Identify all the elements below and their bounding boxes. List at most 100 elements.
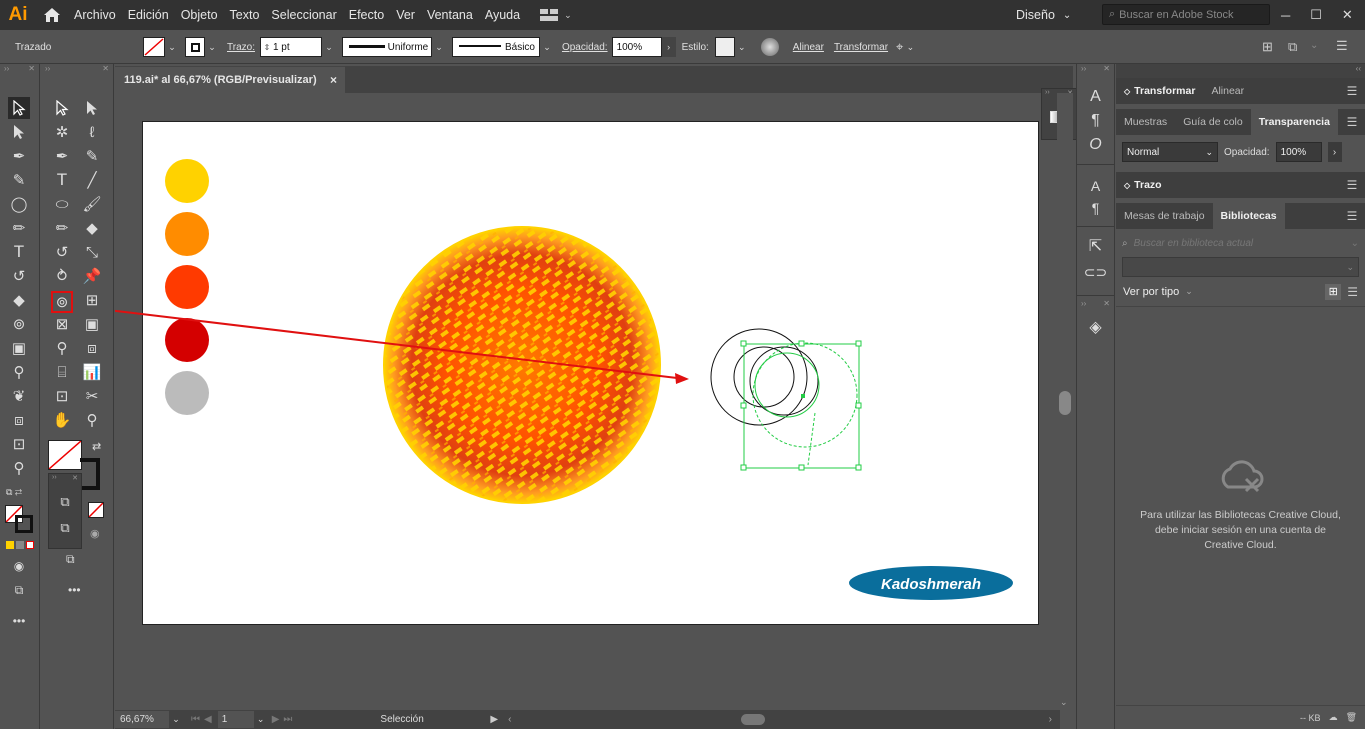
chevron-down-icon[interactable]: ⌄ xyxy=(205,37,219,57)
variable-width-profile[interactable]: Uniforme xyxy=(341,37,432,57)
pencil-tool-icon[interactable]: ✏ xyxy=(51,217,73,239)
chevron-right-icon[interactable]: › xyxy=(661,37,676,57)
selection-tool-icon[interactable] xyxy=(51,97,73,119)
fill-color-large-icon[interactable] xyxy=(48,440,82,470)
direct-selection-tool-icon[interactable] xyxy=(81,97,103,119)
zoom-tool-icon[interactable]: ⚲ xyxy=(8,457,30,479)
symbol-sprayer-tool-icon[interactable]: ⌸ xyxy=(51,361,73,383)
close-window-icon[interactable]: ✕ xyxy=(1342,7,1353,23)
gradient-tool-icon[interactable]: ▣ xyxy=(81,313,103,335)
workspace-switcher[interactable]: Diseño ⌄ xyxy=(1016,0,1071,30)
panel-menu-icon[interactable]: ☰ xyxy=(1339,203,1365,229)
paintbrush-tool-icon[interactable]: 🖌 xyxy=(81,193,103,215)
menu-texto[interactable]: Texto xyxy=(224,0,266,30)
align-link[interactable]: Alinear xyxy=(793,42,824,53)
tab-trazo[interactable]: ◇ Trazo xyxy=(1116,172,1170,198)
tab-bibliotecas[interactable]: Bibliotecas xyxy=(1212,203,1285,229)
close-icon[interactable]: ✕ xyxy=(72,474,78,484)
prev-page-icon[interactable]: ◀ xyxy=(204,714,212,725)
maximize-icon[interactable]: ☐ xyxy=(1310,7,1322,23)
lasso-tool-icon[interactable]: ⊚ xyxy=(8,313,30,335)
close-icon[interactable]: ✕ xyxy=(28,64,35,76)
color-swatch-circle[interactable] xyxy=(165,159,209,203)
close-icon[interactable]: ✕ xyxy=(1103,64,1110,76)
chevron-down-icon[interactable]: ⌄ xyxy=(169,710,183,729)
draw-mode-icon[interactable]: ◉ xyxy=(90,527,100,540)
collapse-icon[interactable]: ›› xyxy=(1045,89,1050,99)
close-document-icon[interactable]: × xyxy=(330,73,337,87)
menu-ver[interactable]: Ver xyxy=(390,0,421,30)
color-swatch-circle[interactable] xyxy=(165,371,209,415)
opacity-field[interactable]: 100% xyxy=(611,37,662,57)
selection-handles[interactable] xyxy=(740,340,862,471)
swap-colors-icon[interactable]: ⇄ xyxy=(92,440,101,453)
tab-alinear[interactable]: Alinear xyxy=(1203,78,1252,104)
selection-tool-icon[interactable] xyxy=(8,97,30,119)
artboard-number-field[interactable]: 1 xyxy=(217,711,254,728)
collapse-icon[interactable]: ›› xyxy=(4,64,9,76)
chevron-down-icon[interactable]: ⌄ xyxy=(540,37,554,57)
menu-objeto[interactable]: Objeto xyxy=(175,0,224,30)
first-page-icon[interactable]: ⏮ xyxy=(191,714,200,725)
screen-mode-icon[interactable]: ⧉ xyxy=(8,579,30,601)
document-tab[interactable]: 119.ai* al 66,67% (RGB/Previsualizar) × xyxy=(115,66,345,93)
delete-icon[interactable]: 🗑 xyxy=(1346,712,1357,723)
artboard-tool-icon[interactable]: ⊡ xyxy=(8,433,30,455)
menu-archivo[interactable]: Archivo xyxy=(68,0,122,30)
chevron-down-icon[interactable]: ⌄ xyxy=(1310,40,1318,51)
lasso-tool-icon[interactable]: ℓ xyxy=(81,121,103,143)
fill-swatch[interactable] xyxy=(143,37,165,57)
vertical-scroll-thumb[interactable] xyxy=(1059,391,1071,415)
chevron-down-icon[interactable]: ⌄ xyxy=(165,37,179,57)
artboard-tool-icon[interactable]: ⊡ xyxy=(51,385,73,407)
hand-tool-icon[interactable]: ✋ xyxy=(51,409,73,431)
chevron-down-icon[interactable]: ⌄ xyxy=(254,710,268,729)
scroll-right-icon[interactable]: › xyxy=(1049,714,1052,725)
line-tool-icon[interactable]: ╱ xyxy=(81,169,103,191)
isolate-icon[interactable]: ⌖ xyxy=(896,39,903,55)
more-tools-icon[interactable]: ••• xyxy=(68,583,81,597)
black-circle-large[interactable] xyxy=(710,328,808,426)
screen-mode-icon[interactable]: ⧉ xyxy=(49,520,81,536)
shape-builder-tool-icon[interactable]: ⊚ xyxy=(51,291,73,313)
vertical-scrollbar[interactable]: ⌄ xyxy=(1057,93,1073,710)
links-icon[interactable]: ⊂⊃ xyxy=(1077,264,1114,281)
arrange-documents-icon[interactable]: ⌄ xyxy=(540,9,572,21)
menu-ayuda[interactable]: Ayuda xyxy=(479,0,526,30)
last-page-icon[interactable]: ⏭ xyxy=(283,714,292,725)
direct-selection-tool-icon[interactable] xyxy=(8,121,30,143)
blend-mode-select[interactable]: Normal ⌄ xyxy=(1122,142,1218,162)
eyedropper-tool-icon[interactable]: ⚲ xyxy=(8,361,30,383)
curvature-tool-icon[interactable]: ✎ xyxy=(8,169,30,191)
black-circle-mid[interactable] xyxy=(749,346,819,416)
draw-inside-icon[interactable]: ⧉ xyxy=(49,494,81,510)
blend-tool-icon[interactable]: ⧈ xyxy=(8,409,30,431)
horizontal-scroll-thumb[interactable] xyxy=(741,714,766,725)
gradient-tool-icon[interactable]: ▣ xyxy=(8,337,30,359)
warp-tool-icon[interactable]: ⥁ xyxy=(51,265,73,287)
stroke-label[interactable]: Trazo: xyxy=(227,42,255,53)
export-icon[interactable]: ⇱ xyxy=(1077,236,1114,256)
type-tool-icon[interactable]: T xyxy=(8,241,30,263)
stock-search[interactable]: ⌕ Buscar en Adobe Stock xyxy=(1102,4,1270,25)
type-tool-icon[interactable]: T xyxy=(51,169,73,191)
opacity-label[interactable]: Opacidad: xyxy=(562,42,608,53)
chevron-down-icon[interactable]: ⌄ xyxy=(735,37,749,57)
draw-mode-icon[interactable]: ◉ xyxy=(8,555,30,577)
grid-view-icon[interactable]: ⊞ xyxy=(1325,283,1342,300)
zoom-tool-icon[interactable]: ⚲ xyxy=(81,409,103,431)
panel-menu-icon[interactable]: ☰ xyxy=(1339,78,1365,104)
library-search[interactable]: ⌕ Buscar en biblioteca actual ⌄ xyxy=(1116,229,1365,257)
list-view-icon[interactable]: ☰ xyxy=(1347,285,1358,299)
chevron-right-icon[interactable]: › xyxy=(1327,142,1342,162)
pencil-tool-icon[interactable]: ✏ xyxy=(8,217,30,239)
scale-tool-icon[interactable]: ⤡ xyxy=(81,241,103,263)
chevron-down-icon[interactable]: ⌄ xyxy=(903,37,917,57)
pen-tool-icon[interactable]: ✒ xyxy=(51,145,73,167)
none-swatch-icon[interactable] xyxy=(88,502,104,518)
slice-tool-icon[interactable]: ✂ xyxy=(81,385,103,407)
blend-tool-icon[interactable]: ⧈ xyxy=(81,337,103,359)
pathfinder-icon[interactable]: ⧉ xyxy=(1288,39,1297,55)
mesh-tool-icon[interactable]: ⊠ xyxy=(51,313,73,335)
puppet-warp-tool-icon[interactable]: 📌 xyxy=(81,265,103,287)
